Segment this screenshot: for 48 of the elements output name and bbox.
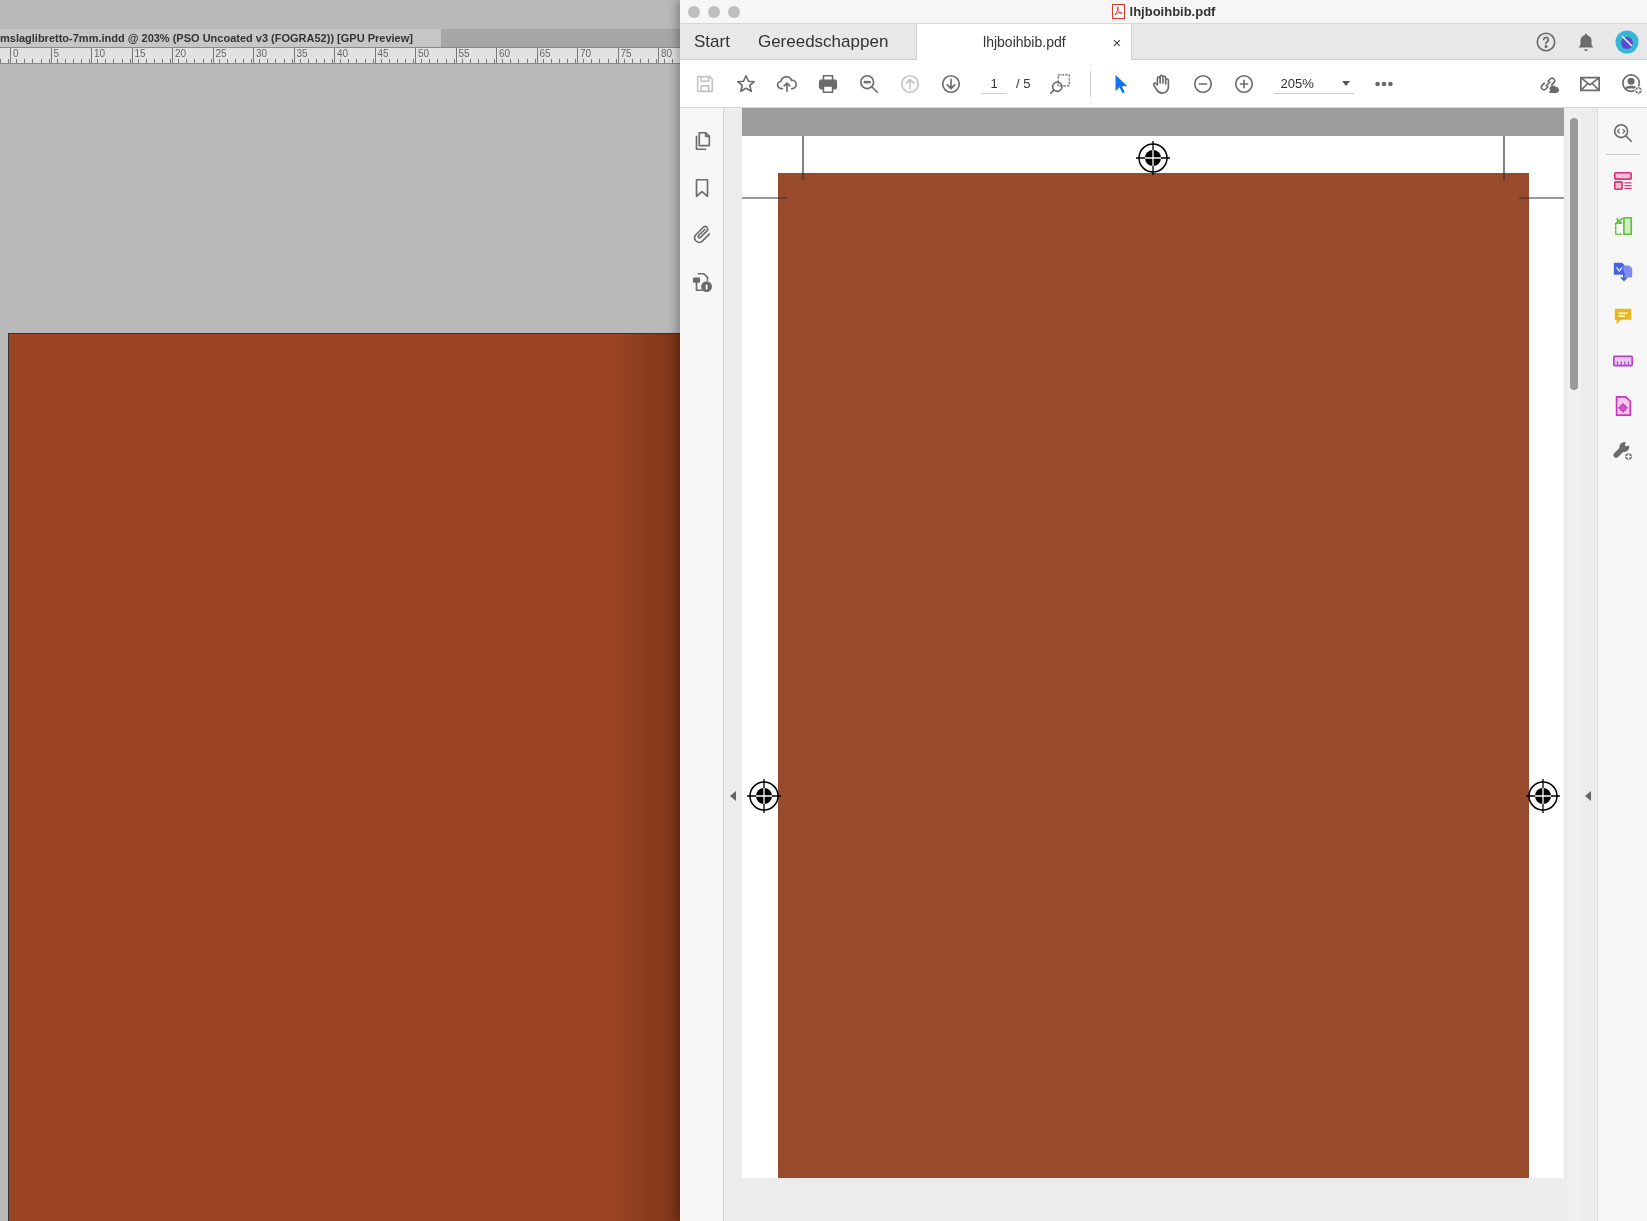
registration-mark [1135, 140, 1171, 176]
zoom-out-icon[interactable] [1192, 72, 1215, 95]
marquee-zoom-icon[interactable] [1049, 72, 1072, 95]
ruler-label: 15 [131, 48, 172, 63]
ruler-label: 75 [617, 48, 658, 63]
collapse-arrow-icon[interactable] [1585, 791, 1591, 801]
ruler-label: 55 [455, 48, 496, 63]
ruler-label: 10 [91, 48, 132, 63]
collapse-arrow-icon[interactable] [730, 791, 736, 801]
ruler-label: 20 [172, 48, 213, 63]
registration-mark [1525, 778, 1561, 814]
document-arrow-icon[interactable] [1611, 260, 1634, 282]
search-icon[interactable] [858, 72, 880, 95]
crop-mark [742, 135, 804, 199]
crop-mark [1503, 135, 1564, 199]
ruler-label: 50 [415, 48, 456, 63]
user-add-icon[interactable] [1621, 72, 1643, 95]
ruler-label: 25 [212, 48, 253, 63]
zoom-dropdown[interactable]: 205% [1274, 73, 1355, 94]
help-icon[interactable] [1535, 30, 1557, 53]
tab[interactable]: lhjboihbib.pdf × [916, 24, 1133, 60]
zoom-in-icon[interactable] [1233, 72, 1256, 95]
ruler-label: 60 [496, 48, 537, 63]
close-tab-button[interactable]: × [1112, 33, 1122, 51]
ruler-label: 40 [334, 48, 375, 63]
window-title: lhjboihbib.pdf [1129, 4, 1216, 19]
zoom-enhance-icon[interactable] [1611, 122, 1634, 144]
arrow-down-icon[interactable] [940, 72, 962, 95]
layout-icon[interactable] [1611, 170, 1634, 192]
printer-icon[interactable] [817, 72, 839, 95]
pdf-file-icon [1111, 4, 1125, 19]
scrollbar[interactable] [1567, 114, 1581, 1221]
ruler-label: 65 [536, 48, 577, 63]
ruler-label: 45 [374, 48, 415, 63]
wrench-plus-icon[interactable] [1611, 440, 1634, 462]
document-tab[interactable]: mslaglibretto-7mm.indd @ 203% (PSO Uncoated v3 (FOGRA52)) [GPU Preview] [0, 29, 441, 47]
ruler-label: 5 [50, 48, 91, 63]
ruler-label: 70 [577, 48, 618, 63]
ruler-label: 0 [10, 48, 51, 63]
registration-mark [746, 778, 782, 814]
page-count: / 5 [1016, 76, 1031, 91]
document-info-icon[interactable] [690, 271, 713, 293]
ruler-label: 30 [253, 48, 294, 63]
ruler-label: 35 [293, 48, 334, 63]
tab[interactable]: Gereedschappen [743, 24, 903, 59]
star-icon[interactable] [735, 72, 757, 95]
page-number-field[interactable]: 1 [981, 73, 1007, 94]
avatar-icon[interactable] [1615, 29, 1639, 54]
